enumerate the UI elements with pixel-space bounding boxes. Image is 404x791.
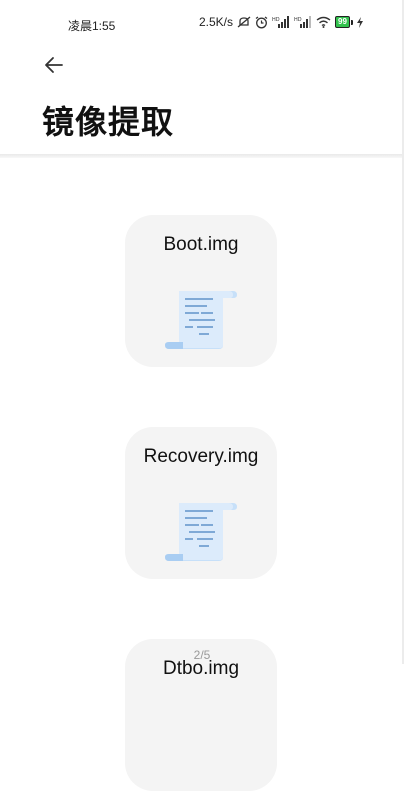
svg-text:HD: HD [294,17,302,23]
back-button[interactable] [40,52,68,78]
document-scroll-icon [165,503,237,561]
battery-level: 99 [335,16,350,28]
page-title: 镜像提取 [42,103,175,141]
boot-img-card[interactable]: Boot.img [125,215,277,367]
document-scroll-icon [165,291,237,349]
arrow-left-icon [45,57,63,73]
wifi-icon [316,16,331,28]
signal-hd-icon-2: HD [294,16,312,28]
page-indicator: 2/5 [193,648,211,662]
network-speed: 2.5K/s [199,15,234,29]
mute-icon [237,16,251,28]
alarm-icon [255,15,268,28]
header-divider [0,154,404,158]
status-icons: 2.5K/s HD HD 99 [199,15,363,29]
signal-hd-icon-1: HD [272,16,290,28]
battery-tip [350,19,353,25]
svg-text:HD: HD [272,17,280,23]
card-label-recovery: Recovery.img [143,446,259,467]
recovery-img-card[interactable]: Recovery.img [125,427,277,579]
status-time: 凌晨1:55 [68,19,116,33]
charging-icon [356,16,363,28]
card-label-boot: Boot.img [163,234,239,255]
status-bar: 凌晨1:55 2.5K/s HD HD 99 [0,0,404,46]
battery-icon: 99 [335,16,353,28]
